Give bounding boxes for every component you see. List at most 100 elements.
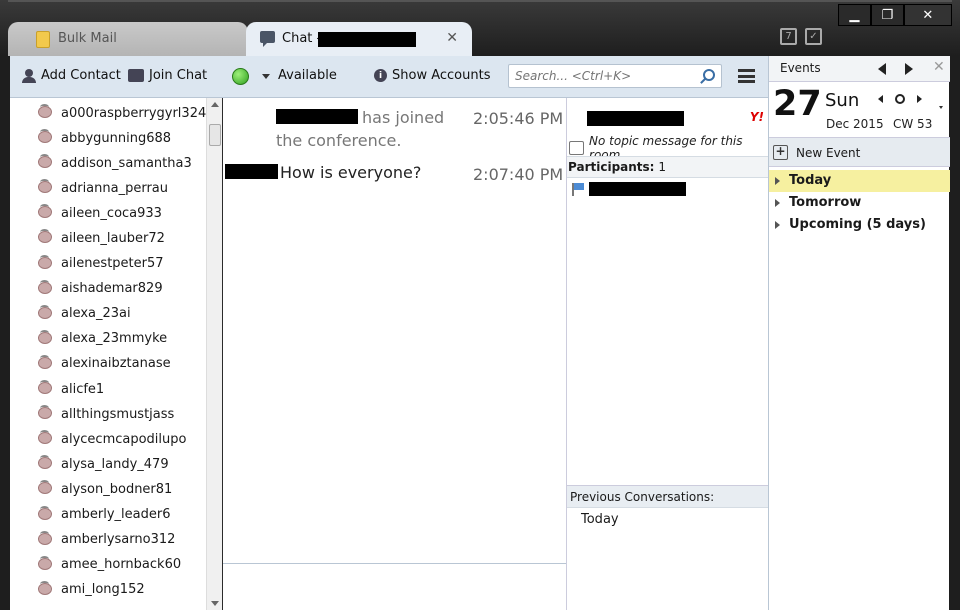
contact-name: adrianna_perrau (61, 180, 169, 196)
hamburger-menu-icon[interactable] (738, 69, 755, 83)
folder-icon (36, 31, 50, 48)
close-tab-icon[interactable]: ✕ (446, 30, 458, 46)
redacted-room-name (318, 32, 416, 47)
chat-conversation: has joined the conference. 2:05:46 PM Ho… (223, 98, 566, 563)
title-icons: 7 ✓ (780, 28, 822, 45)
contact-name: allthingsmustjass (61, 406, 175, 422)
scroll-down-icon[interactable] (211, 601, 219, 606)
contact-item[interactable]: allthingsmustjass (10, 399, 221, 424)
moderator-flag-icon (571, 182, 585, 196)
contact-name: alycecmcapodilupo (61, 431, 187, 447)
calendar-icon[interactable]: 7 (780, 28, 797, 45)
contact-name: alexinaibztanase (61, 356, 171, 372)
contact-item[interactable]: alyson_bodner81 (10, 474, 221, 499)
next-day-icon[interactable] (905, 63, 913, 75)
window-frame-top (8, 0, 952, 2)
contact-item[interactable]: alycecmcapodilupo (10, 424, 221, 449)
chevron-down-icon (262, 74, 270, 79)
tab-label: Chat - (282, 31, 322, 46)
contact-name: ailenestpeter57 (61, 256, 164, 272)
yahoo-protocol-icon: Y! (749, 110, 764, 124)
contact-item[interactable]: amberly_leader6 (10, 500, 221, 525)
add-contact-button[interactable]: Add Contact (22, 68, 121, 83)
contact-name: alyson_bodner81 (61, 481, 173, 497)
yahoo-contact-icon (38, 430, 52, 445)
contact-item[interactable]: aileen_lauber72 (10, 223, 221, 248)
participant-item[interactable] (571, 182, 686, 196)
new-event-button[interactable]: + New Event (769, 137, 950, 167)
show-accounts-button[interactable]: i Show Accounts (374, 68, 490, 83)
topic-icon (569, 141, 585, 155)
chat-message: has joined the conference. (276, 106, 456, 152)
chat-bubble-icon (260, 31, 275, 47)
events-group-upcoming[interactable]: Upcoming (5 days) (769, 214, 950, 236)
events-group-today[interactable]: Today (769, 170, 950, 192)
chat-message: How is everyone? (225, 163, 421, 182)
status-selector[interactable] (232, 68, 270, 85)
contact-name: aileen_coca933 (61, 205, 162, 221)
contact-item[interactable]: alysa_landy_479 (10, 449, 221, 474)
contact-list: a000raspberrygyrl3247 abbygunning688 addis… (10, 98, 222, 610)
scroll-thumb[interactable] (209, 124, 221, 146)
contact-name: alexa_23ai (61, 306, 131, 322)
tab-bulk-mail[interactable]: Bulk Mail (8, 22, 248, 56)
contact-name: addison_samantha3 (61, 155, 192, 171)
yahoo-contact-icon (38, 380, 52, 395)
contact-list-scrollbar[interactable] (206, 98, 222, 610)
scroll-up-icon[interactable] (211, 102, 219, 107)
contact-item[interactable]: adrianna_perrau (10, 173, 221, 198)
contact-item[interactable]: amberlysarno312 (10, 525, 221, 550)
contact-name: alicfe1 (61, 381, 105, 397)
info-icon: i (374, 69, 387, 82)
tasks-icon[interactable]: ✓ (805, 28, 822, 45)
maximize-button[interactable]: ❐ (870, 4, 904, 26)
contact-item[interactable]: aishademar829 (10, 274, 221, 299)
mini-next-icon[interactable] (917, 95, 922, 103)
contact-name: a000raspberrygyrl3247 (61, 105, 215, 121)
yahoo-contact-icon (38, 480, 52, 495)
contact-item[interactable]: a000raspberrygyrl3247 (10, 98, 221, 123)
status-label: Available (278, 68, 337, 83)
search-input[interactable] (509, 65, 689, 87)
tab-chat[interactable]: Chat - ✕ (246, 22, 472, 56)
contact-item[interactable]: addison_samantha3 (10, 148, 221, 173)
contact-item[interactable]: abbygunning688 (10, 123, 221, 148)
message-timestamp: 2:07:40 PM (473, 165, 564, 184)
status-message[interactable]: Available (278, 68, 337, 83)
mini-previous-icon[interactable] (878, 95, 883, 103)
contact-item[interactable]: alexa_23mmyke (10, 324, 221, 349)
window-frame-right (949, 56, 960, 610)
yahoo-contact-icon (38, 104, 52, 118)
group-label: Upcoming (5 days) (789, 217, 926, 232)
minimize-button[interactable]: ▁ (838, 4, 871, 26)
search-icon[interactable] (703, 69, 715, 81)
contact-item[interactable]: ailenestpeter57 (10, 249, 221, 274)
contact-name: alexa_23mmyke (61, 331, 168, 347)
chevron-down-icon[interactable] (939, 106, 943, 109)
previous-conversation-item[interactable]: Today (581, 512, 619, 527)
today-circle-icon[interactable] (895, 94, 905, 104)
close-icon[interactable]: ✕ (933, 59, 945, 75)
yahoo-contact-icon (38, 555, 52, 570)
redacted-room-title (587, 111, 684, 126)
weekday: Sun (825, 90, 860, 111)
close-window-button[interactable]: ✕ (903, 4, 952, 26)
events-group-tomorrow[interactable]: Tomorrow (769, 192, 950, 214)
new-event-label: New Event (796, 146, 861, 160)
expand-arrow-icon (775, 199, 780, 207)
contact-item[interactable]: alexa_23ai (10, 299, 221, 324)
contact-item[interactable]: alexinaibztanase (10, 349, 221, 374)
join-chat-button[interactable]: Join Chat (128, 68, 207, 83)
yahoo-contact-icon (38, 229, 52, 244)
message-input[interactable] (223, 563, 566, 610)
contact-item[interactable]: amee_hornback60 (10, 550, 221, 575)
contact-item[interactable]: alicfe1 (10, 374, 221, 399)
contact-item[interactable]: aileen_coca933 (10, 198, 221, 223)
previous-conversations-header: Previous Conversations: (567, 485, 769, 508)
previous-day-icon[interactable] (878, 63, 886, 75)
yahoo-contact-icon (38, 254, 52, 269)
tab-label: Bulk Mail (58, 31, 117, 46)
day-number: 27 (773, 84, 822, 124)
contact-item[interactable]: ami_long152 (10, 575, 221, 600)
redacted-username (225, 164, 278, 179)
